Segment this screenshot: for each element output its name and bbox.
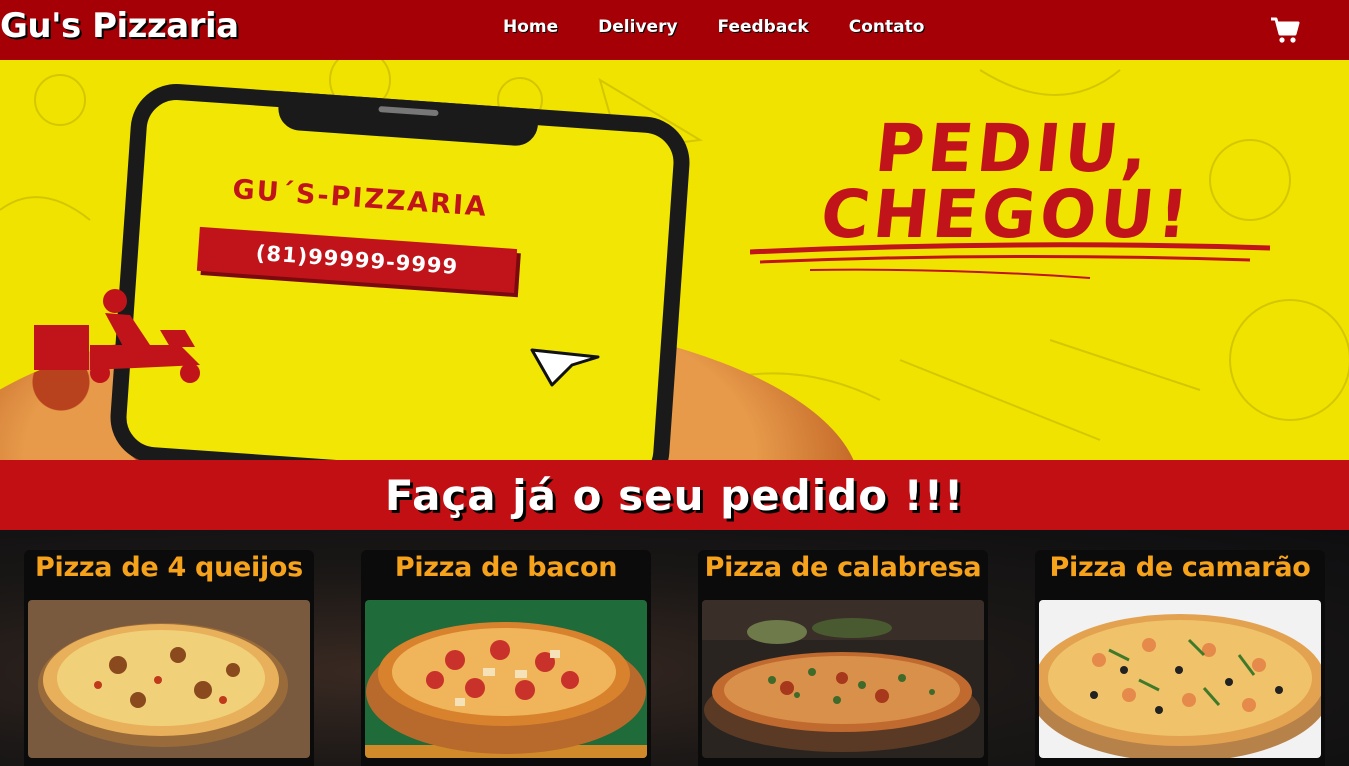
products-section: Pizza de 4 queijos Pizza de bacon Pizza … [0, 530, 1349, 766]
phone-illustration: GU´S-PIZZARIA (81)99999-9999 [107, 80, 693, 460]
hero-slogan: PEDIU, CHEGOU! [723, 110, 1297, 253]
product-title: Pizza de camarão [1049, 552, 1311, 583]
product-title: Pizza de 4 queijos [35, 552, 303, 583]
product-card-calabresa[interactable]: Pizza de calabresa [698, 550, 988, 766]
product-title: Pizza de calabresa [704, 552, 982, 583]
nav-link-delivery[interactable]: Delivery [598, 17, 677, 37]
slogan-line-1: PEDIU, [871, 110, 1156, 187]
product-image [702, 600, 984, 758]
product-title: Pizza de bacon [394, 552, 618, 583]
product-image [365, 600, 647, 758]
main-nav: Home Delivery Feedback Contato [503, 17, 964, 37]
hero-banner: GU´S-PIZZARIA (81)99999-9999 PEDIU, CHEG… [0, 60, 1349, 460]
product-card-camarao[interactable]: Pizza de camarão [1035, 550, 1325, 766]
nav-link-feedback[interactable]: Feedback [718, 17, 809, 37]
brush-underline [750, 242, 1271, 279]
nav-link-contato[interactable]: Contato [849, 17, 925, 37]
phone-number: (81)99999-9999 [196, 226, 518, 293]
phone-speaker [378, 106, 439, 117]
cursor-arrow-icon [530, 348, 600, 387]
order-banner: Faça já o seu pedido !!! [0, 460, 1349, 530]
product-image [1039, 600, 1321, 758]
delivery-moto-icon [34, 289, 200, 383]
product-card-bacon[interactable]: Pizza de bacon [361, 550, 651, 766]
nav-link-home[interactable]: Home [503, 17, 558, 37]
slogan-line-2: CHEGOU! [817, 176, 1196, 253]
order-cta-heading: Faça já o seu pedido !!! [384, 470, 965, 520]
product-image [28, 600, 310, 758]
product-card-4-queijos[interactable]: Pizza de 4 queijos [24, 550, 314, 766]
phone-title: GU´S-PIZZARIA [231, 174, 489, 223]
shopping-cart-icon[interactable] [1270, 16, 1300, 44]
brand-logo[interactable]: Gu's Pizzaria [0, 6, 239, 46]
navbar: Gu's Pizzaria Home Delivery Feedback Con… [0, 0, 1349, 60]
